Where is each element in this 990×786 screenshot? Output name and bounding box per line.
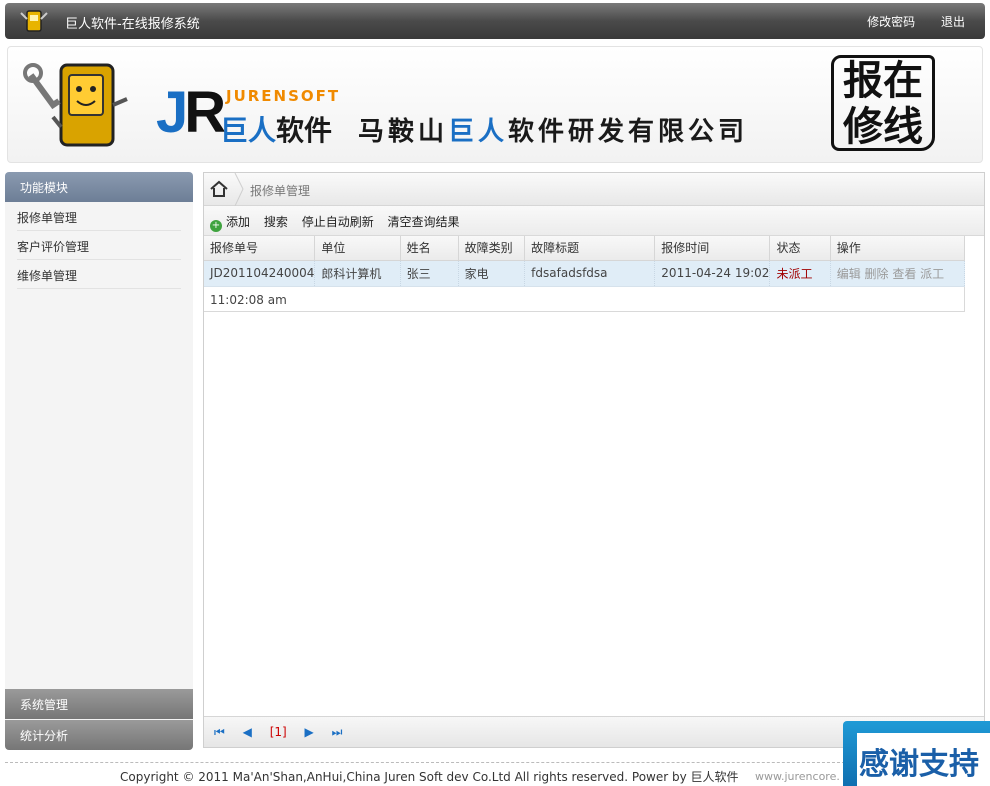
top-bar: 巨人软件-在线报修系统 修改密码 退出 xyxy=(5,3,985,39)
next-page-icon[interactable]: ▶ xyxy=(305,725,314,739)
copyright-text: Copyright © 2011 Ma'An'Shan,AnHui,China … xyxy=(120,770,739,784)
col-unit[interactable]: 单位 xyxy=(314,236,401,261)
sidebar-section-statistics[interactable]: 统计分析 xyxy=(5,720,193,750)
brand-name: 巨人软件 xyxy=(220,114,333,147)
app-logo-icon xyxy=(20,10,48,32)
cell-order-no: JD201104240004 xyxy=(204,260,316,287)
col-time[interactable]: 报修时间 xyxy=(654,236,771,261)
company-name: 马鞍山巨人软件研发有限公司 xyxy=(358,117,749,147)
cell-category: 家电 xyxy=(458,260,526,287)
search-button[interactable]: 搜索 xyxy=(264,215,288,229)
change-password-link[interactable]: 修改密码 xyxy=(867,15,915,29)
home-icon[interactable] xyxy=(209,179,229,199)
status-badge: 未派工 xyxy=(769,260,831,287)
col-status[interactable]: 状态 xyxy=(769,236,831,261)
cell-title: fdsafadsfdsa xyxy=(524,260,656,287)
breadcrumb: 报修单管理 xyxy=(204,173,984,206)
jr-logo: JR xyxy=(156,80,226,145)
breadcrumb-separator-icon xyxy=(234,173,244,206)
col-actions: 操作 xyxy=(830,236,966,261)
sidebar: 功能模块 报修单管理 客户评价管理 维修单管理 系统管理 统计分析 xyxy=(5,172,193,750)
footer-divider xyxy=(5,762,850,763)
add-button[interactable]: + 添加 xyxy=(210,215,250,232)
col-order-no[interactable]: 报修单号 xyxy=(204,236,316,261)
cell-unit: 郎科计算机 xyxy=(314,260,401,287)
toolbar: + 添加 搜索 停止自动刷新 清空查询结果 xyxy=(204,206,984,236)
cell-time: 2011-04-24 19:02 xyxy=(654,260,771,287)
table-header-row: 报修单号 单位 姓名 故障类别 故障标题 报修时间 状态 操作 xyxy=(204,236,966,261)
last-page-icon[interactable]: ⏭ xyxy=(332,725,343,739)
col-name[interactable]: 姓名 xyxy=(400,236,459,261)
sidebar-item-customer-reviews[interactable]: 客户评价管理 xyxy=(17,231,181,260)
sidebar-item-repair-orders[interactable]: 报修单管理 xyxy=(17,202,181,231)
thanks-support-banner[interactable]: 感谢支持 xyxy=(843,721,990,786)
site-url[interactable]: www.jurencore. xyxy=(755,770,840,783)
cell-name: 张三 xyxy=(400,260,459,287)
prev-page-icon[interactable]: ◀ xyxy=(243,725,252,739)
repair-orders-table: 报修单号 单位 姓名 故障类别 故障标题 报修时间 状态 操作 JD201104… xyxy=(204,236,966,287)
sidebar-header[interactable]: 功能模块 xyxy=(5,172,193,202)
plus-icon: + xyxy=(210,220,222,232)
main-panel: 报修单管理 + 添加 搜索 停止自动刷新 清空查询结果 报修单号 单位 姓名 故障… xyxy=(203,172,985,748)
online-repair-seal: 报在 修线 xyxy=(831,55,935,151)
jurensoft-wordmark: JURENSOFT xyxy=(226,87,341,105)
current-page[interactable]: [1] xyxy=(270,725,287,739)
logout-link[interactable]: 退出 xyxy=(941,15,965,29)
table-row[interactable]: JD201104240004 郎科计算机 张三 家电 fdsafadsfdsa … xyxy=(204,260,966,287)
breadcrumb-title: 报修单管理 xyxy=(250,184,311,198)
clear-results-button[interactable]: 清空查询结果 xyxy=(388,215,460,229)
first-page-icon[interactable]: ⏮ xyxy=(214,725,225,739)
sidebar-item-maintenance-orders[interactable]: 维修单管理 xyxy=(17,260,181,289)
header-banner: JR JURENSOFT 巨人软件 马鞍山巨人软件研发有限公司 报在 修线 xyxy=(7,46,983,163)
thanks-support-text: 感谢支持 xyxy=(857,733,990,786)
computer-mascot-icon xyxy=(23,63,128,147)
sidebar-section-system[interactable]: 系统管理 xyxy=(5,689,193,719)
row-actions[interactable]: 编辑 删除 查看 派工 xyxy=(830,260,966,287)
col-category[interactable]: 故障类别 xyxy=(458,236,526,261)
col-title[interactable]: 故障标题 xyxy=(524,236,656,261)
stop-auto-refresh-button[interactable]: 停止自动刷新 xyxy=(302,215,374,229)
app-title: 巨人软件-在线报修系统 xyxy=(65,17,200,32)
refresh-timer: 11:02:08 am xyxy=(204,286,965,312)
